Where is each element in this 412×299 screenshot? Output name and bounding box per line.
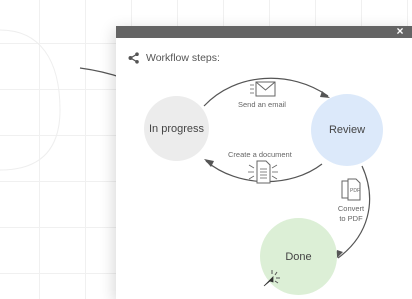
document-icon (248, 160, 278, 184)
pdf-icon: PDF (341, 178, 361, 201)
node-done-label: Done (285, 250, 312, 263)
svg-text:PDF: PDF (350, 188, 360, 194)
edge-label-send-email: Send an email (238, 100, 286, 109)
edge-label-create-document: Create a document (228, 150, 292, 159)
envelope-icon (250, 81, 276, 97)
node-review[interactable]: Review (311, 94, 383, 166)
node-review-label: Review (328, 124, 366, 136)
edge-label-convert-pdf: Convert to PDF (337, 204, 365, 223)
workflow-panel: × Workflow steps: Send an email Create a… (116, 24, 412, 299)
node-in-progress-label: In progress (148, 122, 205, 135)
node-in-progress[interactable]: In progress (144, 96, 209, 161)
cursor-click-icon (263, 270, 280, 287)
